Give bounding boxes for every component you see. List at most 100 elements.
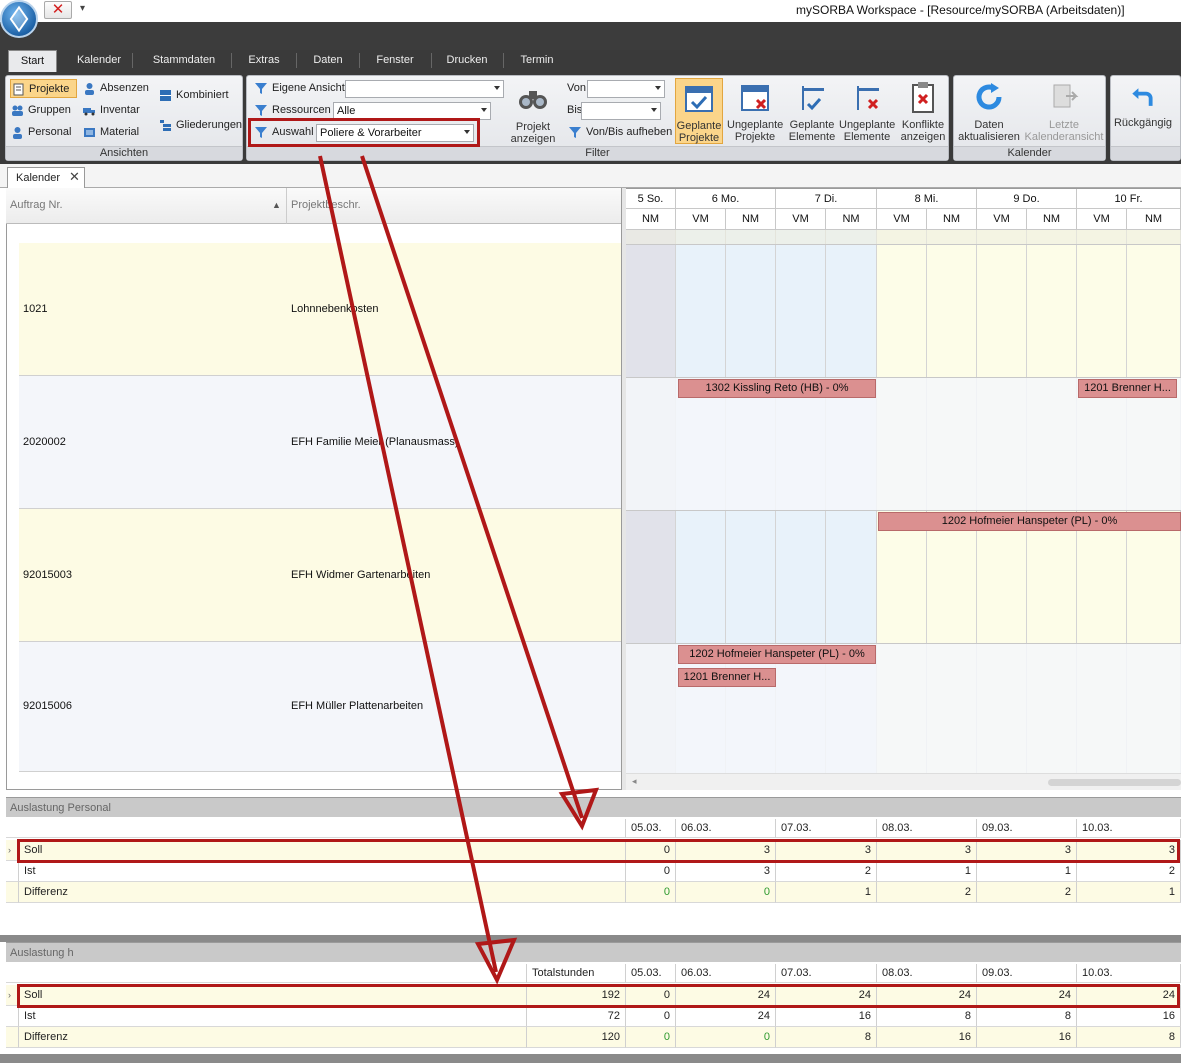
value-cell[interactable]: 0 [626,882,676,903]
ungeplante-elemente-label: Ungeplante [839,119,896,131]
value-cell[interactable]: 8 [776,1027,877,1048]
value-cell[interactable]: 16 [776,1006,877,1027]
value-cell[interactable]: 0 [626,1006,676,1027]
row-label-differenz[interactable]: Differenz [19,882,626,903]
tab-kalender[interactable]: Kalender [66,50,132,72]
material-button[interactable]: Material [82,123,139,142]
value-cell[interactable]: 0 [626,1027,676,1048]
row-label-soll[interactable]: Soll [19,840,626,861]
rueckgaengig-button[interactable]: Rückgängig [1113,84,1173,129]
von-date-field[interactable] [587,80,665,98]
row-label-ist[interactable]: Ist [19,861,626,882]
total-cell[interactable]: 192 [527,985,626,1006]
letzte-kalenderansicht-button[interactable]: Letzte Kalenderansicht [1024,78,1104,143]
booking-bar[interactable]: 1201 Brenner H... [1078,379,1177,398]
geplante-elemente-button[interactable]: Geplante Elemente [787,78,837,143]
booking-bar[interactable]: 1201 Brenner H... [678,668,776,687]
value-cell[interactable]: 24 [776,985,877,1006]
ungeplante-elemente-button[interactable]: Ungeplante Elemente [839,78,895,143]
close-icon[interactable]: ✕ [69,169,80,185]
kombiniert-button[interactable]: Kombiniert [158,86,229,105]
value-cell[interactable]: 0 [626,985,676,1006]
geplante-projekte-button[interactable]: Geplante Projekte [675,78,723,144]
value-cell[interactable]: 2 [977,882,1077,903]
value-cell[interactable]: 24 [1077,985,1181,1006]
value-cell[interactable]: 0 [676,1027,776,1048]
value-cell[interactable]: 16 [877,1027,977,1048]
daten-aktualisieren-button[interactable]: Daten aktualisieren [957,78,1021,143]
value-cell[interactable]: 3 [676,840,776,861]
inventar-button[interactable]: Inventar [82,101,140,120]
value-cell[interactable]: 16 [977,1027,1077,1048]
auswahl-combo[interactable]: Poliere & Vorarbeiter [316,124,474,142]
value-cell[interactable]: 1 [877,861,977,882]
column-header-projektbeschr[interactable]: Projektbeschr. [287,188,621,224]
quick-access-dropdown-icon[interactable]: ▾ [80,3,85,14]
value-cell[interactable]: 24 [877,985,977,1006]
undo-group-footer [1111,146,1180,160]
panel-divider[interactable] [0,935,1181,942]
tab-drucken[interactable]: Drucken [436,50,498,72]
total-cell[interactable]: 72 [527,1006,626,1027]
app-menu-button[interactable] [0,0,38,38]
value-cell[interactable]: 0 [676,882,776,903]
value-cell[interactable]: 0 [626,861,676,882]
total-cell[interactable]: 120 [527,1027,626,1048]
value-cell[interactable]: 1 [1077,882,1181,903]
table-row[interactable]: 92015003 EFH Widmer Gartenarbeiten [19,509,621,642]
horizontal-scrollbar[interactable]: ◂ [626,773,1181,790]
absenzen-button[interactable]: Absenzen [82,79,149,98]
bis-date-field[interactable] [581,102,661,120]
quick-close-button[interactable]: ✕ [44,1,72,19]
value-cell[interactable]: 0 [626,840,676,861]
value-cell[interactable]: 3 [776,840,877,861]
row-label-differenz[interactable]: Differenz [19,1027,527,1048]
value-cell[interactable]: 24 [977,985,1077,1006]
value-cell[interactable]: 1 [776,882,877,903]
value-cell[interactable]: 3 [877,840,977,861]
tab-fenster[interactable]: Fenster [364,50,426,72]
booking-bar[interactable]: 1202 Hofmeier Hanspeter (PL) - 0% [878,512,1181,531]
value-cell[interactable]: 1 [977,861,1077,882]
ungeplante-projekte-button[interactable]: Ungeplante Projekte [727,78,783,143]
projekt-anzeigen-button[interactable]: Projekt anzeigen [507,80,559,145]
value-cell[interactable]: 24 [676,1006,776,1027]
clipboard-x-icon [912,82,934,113]
gruppen-button[interactable]: Gruppen [10,101,71,120]
scroll-left-icon[interactable]: ◂ [632,776,637,787]
tab-daten[interactable]: Daten [301,50,355,72]
konflikte-anzeigen-button[interactable]: Konflikte anzeigen [899,78,947,143]
gliederungen-button[interactable]: Gliederungen [158,116,242,135]
ressourcen-combo[interactable]: Alle [333,102,491,120]
value-cell[interactable]: 2 [776,861,877,882]
value-cell[interactable]: 16 [1077,1006,1181,1027]
row-label-ist[interactable]: Ist [19,1006,527,1027]
value-cell[interactable]: 3 [1077,840,1181,861]
table-row[interactable]: 92015006 EFH Müller Plattenarbeiten [19,642,621,772]
projekte-button[interactable]: Projekte [10,79,77,98]
value-cell[interactable]: 2 [1077,861,1181,882]
personal-button[interactable]: Personal [10,123,71,142]
row-label-soll[interactable]: Soll [19,985,527,1006]
value-cell[interactable]: 24 [676,985,776,1006]
tab-start[interactable]: Start [8,50,57,72]
vonbis-aufheben-button[interactable]: Von/Bis aufheben [568,123,672,142]
value-cell[interactable]: 8 [877,1006,977,1027]
tab-extras[interactable]: Extras [236,50,292,72]
tab-termin[interactable]: Termin [508,50,566,72]
booking-bar[interactable]: 1302 Kissling Reto (HB) - 0% [678,379,876,398]
table-row[interactable]: 1021 Lohnnebenkosten [19,243,621,376]
value-cell[interactable]: 8 [1077,1027,1181,1048]
value-cell[interactable]: 3 [977,840,1077,861]
column-header-auftrag[interactable]: Auftrag Nr. ▲ [6,188,287,224]
scrollbar-thumb[interactable] [1048,779,1181,786]
value-cell[interactable]: 8 [977,1006,1077,1027]
row-indicator [6,1027,19,1048]
truck-icon [83,108,95,116]
table-row[interactable]: 2020002 EFH Familie Meier (Planausmass) [19,376,621,509]
booking-bar[interactable]: 1202 Hofmeier Hanspeter (PL) - 0% [678,645,876,664]
value-cell[interactable]: 2 [877,882,977,903]
value-cell[interactable]: 3 [676,861,776,882]
eigene-ansicht-combo[interactable] [345,80,504,98]
tab-stammdaten[interactable]: Stammdaten [142,50,226,72]
